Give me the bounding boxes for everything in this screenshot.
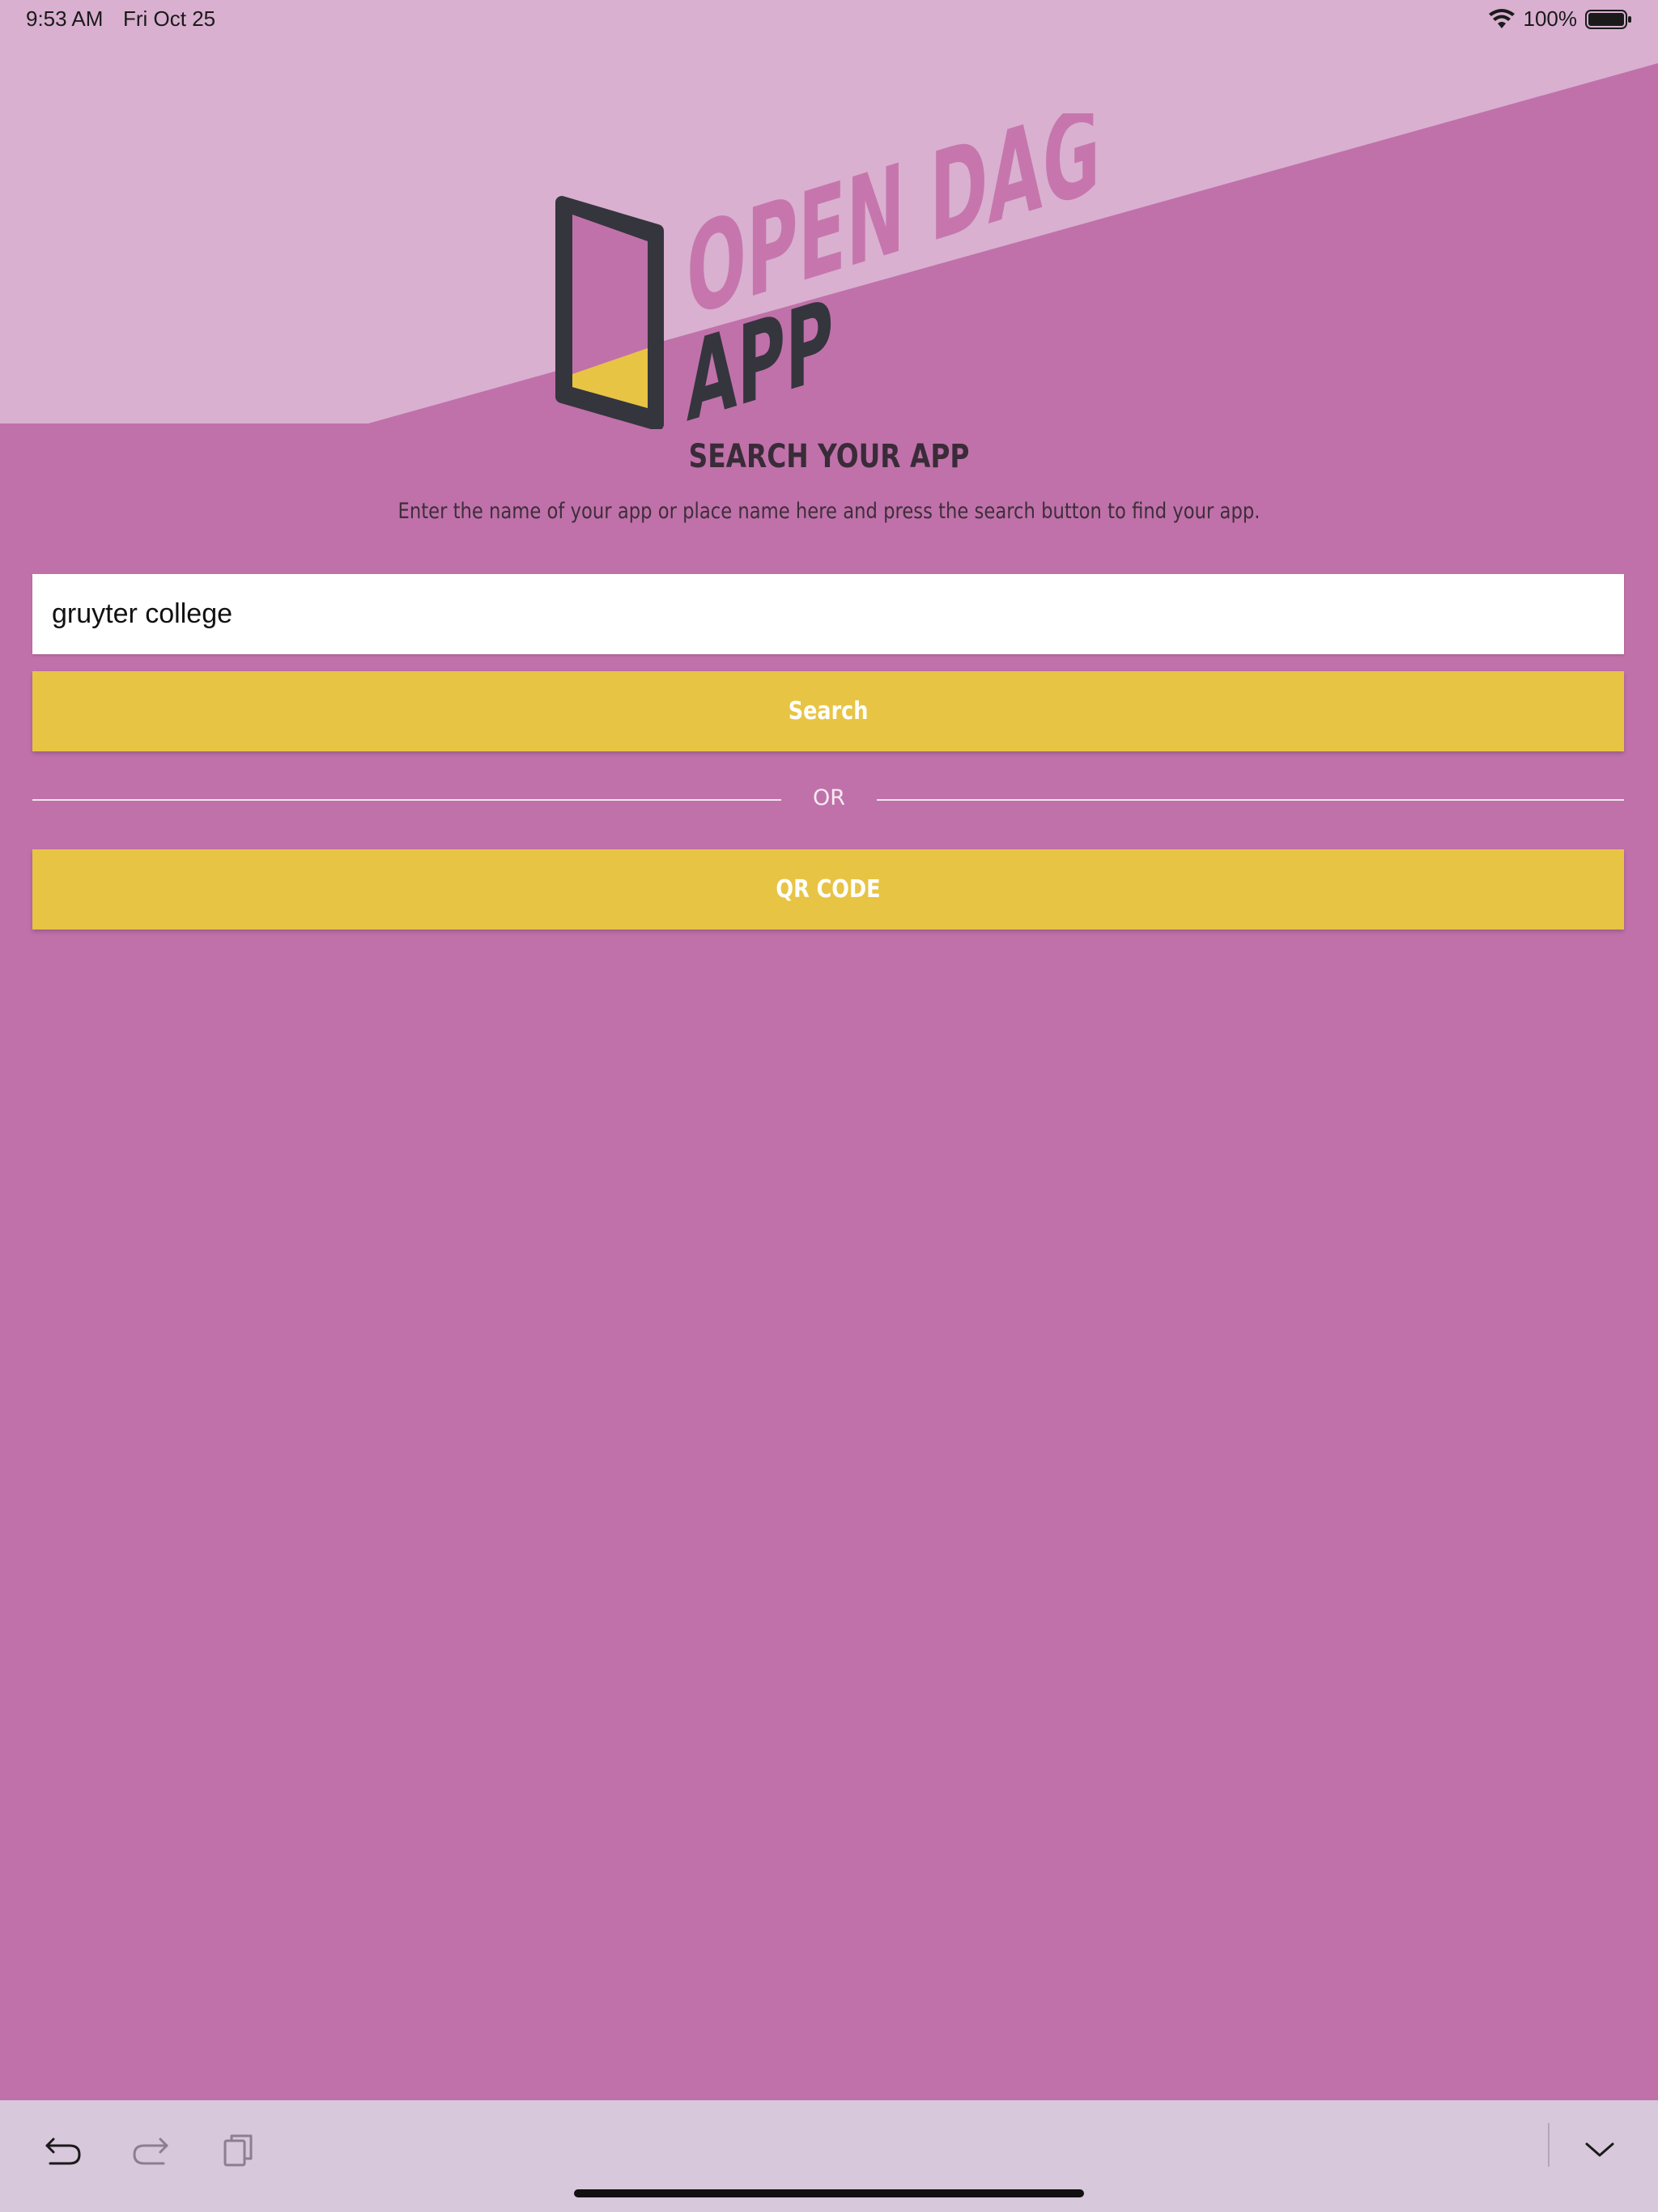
qr-code-button[interactable]: QR CODE xyxy=(32,849,1624,929)
divider-line-right xyxy=(877,799,1624,801)
divider-line-left xyxy=(32,799,781,801)
status-time: 9:53 AM xyxy=(26,6,104,31)
page-description: Enter the name of your app or place name… xyxy=(397,499,1261,524)
toolbar-separator xyxy=(1548,2123,1550,2167)
home-indicator xyxy=(574,2189,1084,2197)
redo-icon[interactable] xyxy=(128,2128,173,2173)
status-indicators: 100% xyxy=(1488,6,1633,32)
qr-code-button-label: QR CODE xyxy=(776,875,881,904)
wifi-icon xyxy=(1488,8,1515,28)
phone-icon xyxy=(555,196,664,429)
status-bar: 9:53 AM Fri Oct 25 100% xyxy=(0,0,1658,39)
paste-icon[interactable] xyxy=(215,2128,261,2173)
open-dag-app-logo: OPEN DAG APP xyxy=(555,113,1100,429)
page-title: SEARCH YOUR APP xyxy=(688,438,970,475)
search-input[interactable] xyxy=(32,574,1624,654)
divider-or-label: OR xyxy=(812,785,845,810)
search-button[interactable]: Search xyxy=(32,671,1624,751)
keyboard-shortcut-bar xyxy=(0,2100,1658,2212)
chevron-down-icon[interactable] xyxy=(1577,2128,1622,2173)
battery-percent: 100% xyxy=(1523,6,1578,31)
search-button-label: Search xyxy=(788,697,869,725)
undo-icon[interactable] xyxy=(40,2128,86,2173)
battery-icon xyxy=(1585,9,1631,29)
status-date: Fri Oct 25 xyxy=(123,6,216,31)
